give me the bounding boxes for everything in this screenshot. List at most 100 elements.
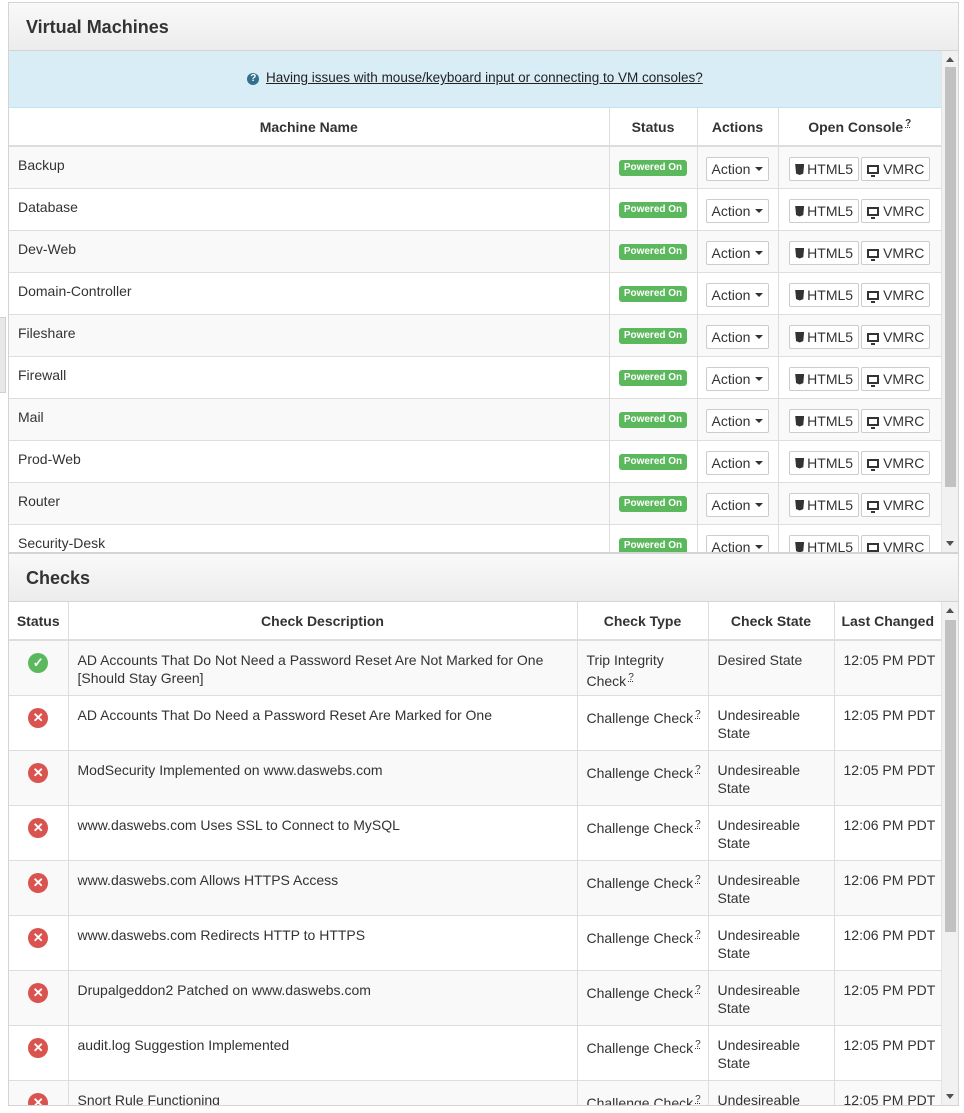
check-description: audit.log Suggestion Implemented [68,1025,578,1081]
check-type-cell: Challenge Check? [577,970,709,1026]
vmrc-console-button[interactable]: VMRC [861,198,931,223]
action-dropdown-button[interactable]: Action [705,534,770,553]
check-type-help-mark[interactable]: ? [695,1039,701,1050]
vm-table: Machine Name Status Actions Open Console… [9,108,941,552]
status-cell: Powered On [609,272,698,315]
x-circle-icon: ✕ [28,1037,49,1058]
html5-console-button[interactable]: HTML5 [789,492,860,517]
console-cell: HTML5 VMRC [778,398,941,441]
checks-panel: Checks Status Check Description Check Ty… [8,553,959,1106]
vmrc-label: VMRC [883,412,925,429]
scrollbar-thumb[interactable] [945,67,956,487]
html5-console-button[interactable]: HTML5 [789,324,860,349]
x-circle-icon: ✕ [28,927,49,948]
scroll-up-arrow[interactable] [946,57,954,62]
action-dropdown-button[interactable]: Action [705,324,770,349]
actions-cell: Action [697,398,779,441]
html5-console-button[interactable]: HTML5 [789,198,860,223]
col-check-description[interactable]: Check Description [68,602,578,641]
side-drawer-handle[interactable] [0,317,6,393]
scroll-down-arrow[interactable] [946,541,954,546]
checks-scroll-area: Status Check Description Check Type Chec… [9,602,958,1105]
check-circle-icon: ✓ [28,653,49,673]
col-status[interactable]: Status [609,108,698,147]
action-dropdown-button[interactable]: Action [705,157,770,181]
actions-cell: Action [697,272,779,315]
vmrc-console-button[interactable]: VMRC [861,534,931,553]
check-type-help-mark[interactable]: ? [695,819,701,830]
monitor-icon [867,374,880,387]
vmrc-console-button[interactable]: VMRC [861,366,931,391]
status-badge: Powered On [618,201,688,218]
check-row: ✕ AD Accounts That Do Need a Password Res… [9,695,941,751]
action-dropdown-button[interactable]: Action [705,366,770,391]
scroll-up-arrow[interactable] [946,608,954,613]
check-type-cell: Challenge Check? [577,860,709,916]
col-check-state[interactable]: Check State [708,602,835,641]
check-type-help-mark[interactable]: ? [695,764,701,775]
col-machine-name[interactable]: Machine Name [9,108,610,147]
html5-console-button[interactable]: HTML5 [789,534,860,552]
last-changed: 12:05 PM PDT [834,750,941,806]
col-check-status[interactable]: Status [9,602,69,641]
vmrc-console-button[interactable]: VMRC [861,408,931,433]
vmrc-console-button[interactable]: VMRC [861,240,931,265]
action-dropdown-button[interactable]: Action [705,492,770,517]
action-dropdown-button[interactable]: Action [705,198,770,223]
vmrc-label: VMRC [883,538,925,553]
vmrc-label: VMRC [883,244,925,261]
check-type: Challenge Check [586,709,694,726]
check-status-cell: ✕ [9,860,69,916]
action-dropdown-button[interactable]: Action [705,450,770,475]
check-type-help-mark[interactable]: ? [695,709,701,720]
check-type-cell: Challenge Check? [577,1080,709,1105]
col-check-type[interactable]: Check Type [577,602,709,641]
last-changed: 12:05 PM PDT [834,970,941,1026]
html5-console-button[interactable]: HTML5 [789,450,860,475]
col-open-console-label: Open Console [808,119,904,135]
action-dropdown-button[interactable]: Action [705,282,770,307]
check-state: Undesireable State [708,915,835,971]
console-cell: HTML5 VMRC [778,272,941,315]
html5-icon [795,164,805,175]
vm-panel-title: Virtual Machines [26,17,169,37]
status-cell: Powered On [609,482,698,525]
vmrc-console-button[interactable]: VMRC [861,492,931,517]
vm-row: Backup Powered On Action HTML5 VMRC [9,146,941,189]
machine-name: Router [9,482,610,525]
vm-scrollbar[interactable] [941,51,958,552]
scrollbar-thumb[interactable] [945,620,956,932]
check-row: ✕ ModSecurity Implemented on www.daswebs.… [9,750,941,806]
vmrc-console-button[interactable]: VMRC [861,324,931,349]
check-status-cell: ✓ [9,640,69,696]
check-type-help-mark[interactable]: ? [695,1094,701,1105]
action-dropdown-button[interactable]: Action [705,408,770,433]
check-type-help-mark[interactable]: ? [695,984,701,995]
check-status-cell: ✕ [9,805,69,861]
check-type-help-mark[interactable]: ? [695,874,701,885]
status-badge: Powered On [618,285,688,302]
vmrc-console-button[interactable]: VMRC [861,157,931,181]
status-cell: Powered On [609,440,698,483]
col-last-changed[interactable]: Last Changed [834,602,941,641]
scroll-down-arrow[interactable] [946,1094,954,1099]
action-dropdown-button[interactable]: Action [705,240,770,265]
checks-scrollbar[interactable] [941,602,958,1105]
status-badge: Powered On [618,411,688,428]
html5-console-button[interactable]: HTML5 [789,157,860,181]
console-help-link[interactable]: Having issues with mouse/keyboard input … [266,70,703,85]
html5-console-button[interactable]: HTML5 [789,282,860,307]
check-type-help-mark[interactable]: ? [695,929,701,940]
vmrc-console-button[interactable]: VMRC [861,282,931,307]
html5-console-button[interactable]: HTML5 [789,366,860,391]
check-type-help-mark[interactable]: ? [628,672,634,683]
html5-label: HTML5 [807,496,854,513]
action-label: Action [711,538,751,553]
html5-console-button[interactable]: HTML5 [789,408,860,433]
vmrc-console-button[interactable]: VMRC [861,450,931,475]
status-badge: Powered On [618,369,688,386]
monitor-icon [867,248,880,261]
console-help-mark[interactable]: ? [905,118,911,129]
check-state: Undesireable State [708,695,835,751]
html5-console-button[interactable]: HTML5 [789,240,860,265]
